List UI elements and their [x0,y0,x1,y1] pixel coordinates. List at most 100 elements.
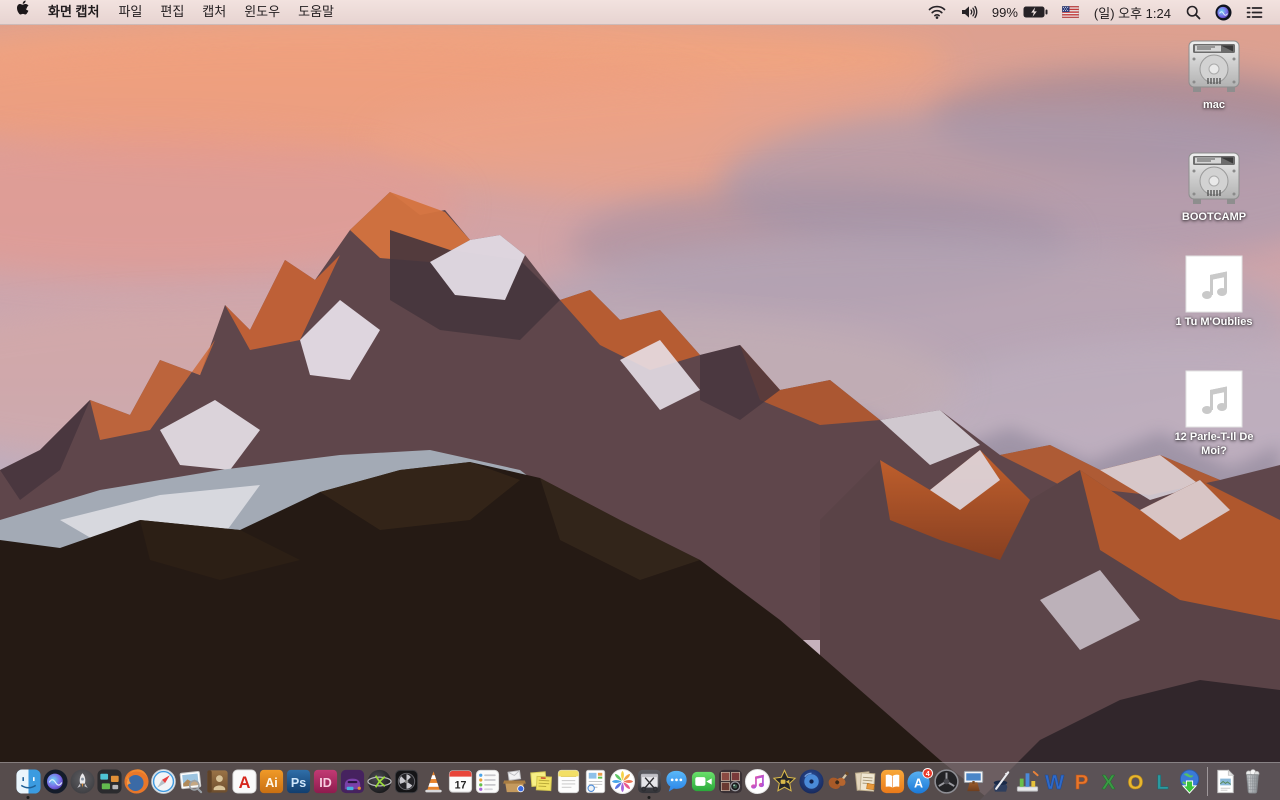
dock-item-stickies[interactable] [528,763,555,800]
dock-item-projects-app[interactable] [852,763,879,800]
dock-item-numbers[interactable] [1014,763,1041,800]
input-language-flag[interactable] [1055,0,1086,24]
illustrator-icon: Ai [259,769,283,794]
svg-text:L: L [1156,772,1168,794]
battery-percent: 99% [991,4,1018,20]
photoshop-icon: Ps [286,769,310,794]
dock-item-photos[interactable] [609,763,636,800]
dock-item-illustrator[interactable]: Ai [258,763,285,800]
dock-item-keynote[interactable] [960,763,987,800]
indesign-icon: ID [313,769,337,794]
svg-text:ID: ID [319,776,332,790]
dock-item-address-book[interactable] [204,763,231,800]
dock-item-ibooks[interactable] [879,763,906,800]
dock-item-siri[interactable] [42,763,69,800]
finder-icon [15,769,41,794]
desktop-icon-label: 12 Parle-T-Il De Moi? [1174,431,1254,457]
dock-item-mail-archive-app[interactable] [501,763,528,800]
dock-item-powerpoint[interactable]: P [1068,763,1095,800]
hard-drive-icon [1188,152,1240,204]
dock-item-word[interactable]: W [1041,763,1068,800]
menu-edit[interactable]: 편집 [151,0,193,24]
hard-drive-icon [1188,40,1240,92]
dock-item-launchpad[interactable] [69,763,96,800]
dock-item-acrobat[interactable]: A [231,763,258,800]
dock-item-fan-utility-app[interactable] [393,763,420,800]
dock-item-excel[interactable]: X [1095,763,1122,800]
dock-item-finder[interactable] [15,763,42,800]
dock-item-toast[interactable] [339,763,366,800]
siri-icon[interactable] [1208,0,1239,24]
dock-item-media-sphere-app[interactable] [366,763,393,800]
dock-item-document-app[interactable] [582,763,609,800]
dock-item-web-downloader[interactable] [1176,763,1203,800]
battery-status[interactable]: 99% [985,0,1055,24]
aperture-dial-icon [933,769,959,794]
us-flag-icon [1061,6,1079,18]
menu-file[interactable]: 파일 [109,0,151,24]
menu-clock[interactable]: (일) 오후 1:24 [1086,3,1179,22]
dock-item-app-store[interactable]: A 4 [906,763,933,800]
desktop-wallpaper [0,0,1280,800]
dock-item-mission-control[interactable] [96,763,123,800]
menu-app-name[interactable]: 화면 캡처 [38,0,109,24]
keynote-podium-icon [963,770,983,792]
dock-item-document-file[interactable] [1212,763,1239,800]
dock-item-facetime[interactable] [690,763,717,800]
menu-window[interactable]: 윈도우 [235,0,289,24]
dock-item-trash[interactable] [1239,763,1266,800]
dock-item-firefox[interactable] [123,763,150,800]
dock-item-vlc[interactable] [420,763,447,800]
menu-bar: 화면 캡처 파일 편집 캡처 윈도우 도움말 99% (일) 오후 1:24 [0,0,1280,25]
dock-item-messages[interactable] [663,763,690,800]
svg-text:Ai: Ai [265,776,278,790]
dock-item-lync[interactable]: L [1149,763,1176,800]
notes-icon [557,769,579,794]
dock-item-calendar[interactable]: 17 [447,763,474,800]
audio-file-icon [1185,370,1243,428]
launchpad-rocket-icon [69,769,95,794]
dock-item-outlook[interactable]: O [1122,763,1149,800]
trash-full-icon [1245,769,1259,794]
dock-item-photo-booth[interactable] [717,763,744,800]
desktop-icon-audio-1[interactable]: 1 Tu M'Oublies [1164,255,1264,330]
dock-item-reminders[interactable] [474,763,501,800]
acrobat-reader-icon: A [231,769,257,794]
address-book-icon [206,770,228,793]
document-file-icon [1216,769,1234,794]
notification-center-icon[interactable] [1239,0,1270,24]
dock-item-garageband[interactable] [825,763,852,800]
imovie-star-icon [772,769,796,792]
dock-item-dial-app[interactable] [933,763,960,800]
desktop-icon-audio-2[interactable]: 12 Parle-T-Il De Moi? [1164,370,1264,459]
powerpoint-p-icon: P [1074,772,1088,795]
svg-text:O: O [1127,772,1143,794]
dock-item-grab-screen-capture[interactable] [636,763,663,800]
dock-item-safari[interactable] [150,763,177,800]
dock-item-notes[interactable] [555,763,582,800]
desktop-icon-bootcamp[interactable]: BOOTCAMP [1164,148,1264,225]
wifi-icon[interactable] [921,0,953,24]
toast-toaster-icon [340,769,364,794]
dock-item-imovie[interactable] [771,763,798,800]
audio-file-icon [1185,255,1243,313]
svg-text:X: X [1101,772,1115,794]
safari-icon [150,769,176,794]
dock-item-preview[interactable] [177,763,204,800]
menu-capture[interactable]: 캡처 [193,0,235,24]
globe-download-icon [1179,769,1199,794]
apple-menu[interactable] [12,0,38,24]
dock-item-indesign[interactable]: ID [312,763,339,800]
dock-item-pages[interactable] [987,763,1014,800]
svg-text:Ps: Ps [290,776,305,790]
menu-help[interactable]: 도움말 [289,0,343,24]
grab-scissors-icon [637,769,661,794]
desktop-icon-mac[interactable]: mac [1164,36,1264,113]
volume-icon[interactable] [953,0,985,24]
spotlight-search-icon[interactable] [1179,0,1208,24]
dock-item-dvd-app[interactable] [798,763,825,800]
dock-item-photoshop[interactable]: Ps [285,763,312,800]
mail-archive-box-icon [502,770,526,793]
firefox-icon [123,769,149,794]
dock-item-itunes[interactable] [744,763,771,800]
